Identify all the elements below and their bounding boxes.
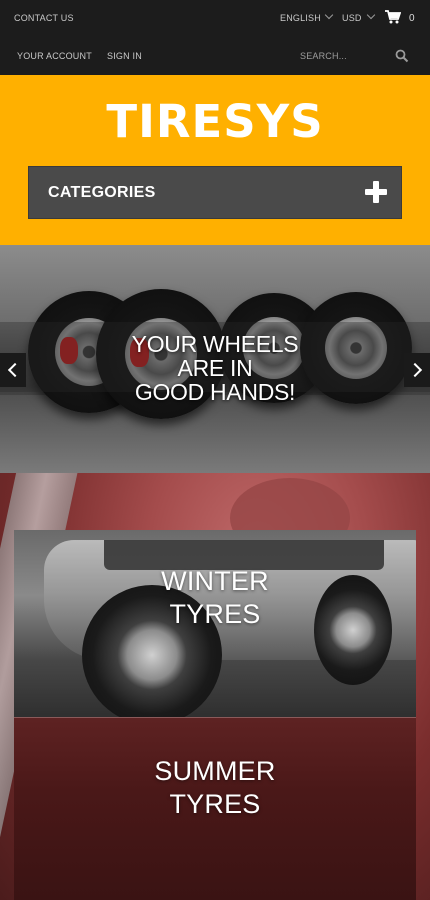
top-bar-row-account: YOUR ACCOUNT SIGN IN <box>0 37 430 75</box>
currency-selector[interactable]: USD <box>342 13 362 23</box>
your-account-link[interactable]: YOUR ACCOUNT <box>17 51 92 61</box>
slider-next-button[interactable] <box>404 353 430 387</box>
brand-header: TIRESYS CATEGORIES <box>0 75 430 245</box>
slider-caption-line: YOUR WHEELS <box>131 331 299 357</box>
logo[interactable]: TIRESYS <box>0 95 430 148</box>
plus-icon <box>365 181 387 203</box>
banner-title-line: TYRES <box>169 789 261 819</box>
top-bar-row-utilities: CONTACT US ENGLISH USD 0 <box>0 0 430 37</box>
banner-title-line: TYRES <box>169 599 261 629</box>
banner-title: SUMMER TYRES <box>14 755 416 821</box>
banner-title-line: WINTER <box>161 566 269 596</box>
contact-us-link[interactable]: CONTACT US <box>14 13 74 23</box>
chevron-down-icon <box>366 10 376 20</box>
categories-toggle[interactable]: CATEGORIES <box>28 166 402 219</box>
search-input[interactable] <box>300 47 392 65</box>
search-icon[interactable] <box>395 49 409 63</box>
slider-prev-button[interactable] <box>0 353 26 387</box>
chevron-down-icon <box>324 10 334 20</box>
top-bar: CONTACT US ENGLISH USD 0 YOUR ACCOUNT SI… <box>0 0 430 75</box>
sign-in-link[interactable]: SIGN IN <box>107 51 142 61</box>
categories-label: CATEGORIES <box>48 184 156 201</box>
banner-title: WINTER TYRES <box>14 565 416 631</box>
banner-title-line: SUMMER <box>154 756 276 786</box>
cart-count[interactable]: 0 <box>409 13 415 24</box>
hero-slider[interactable]: YOUR WHEELS ARE IN GOOD HANDS! <box>0 245 430 473</box>
language-selector[interactable]: ENGLISH <box>280 13 321 23</box>
winter-tyres-banner[interactable]: WINTER TYRES <box>14 530 416 717</box>
summer-tyres-banner[interactable]: SUMMER TYRES <box>14 717 416 900</box>
slider-caption-line: ARE IN <box>177 355 253 381</box>
cart-icon[interactable] <box>385 10 401 24</box>
slider-caption-line: GOOD HANDS! <box>134 379 296 405</box>
slider-caption: YOUR WHEELS ARE IN GOOD HANDS! <box>0 332 430 404</box>
